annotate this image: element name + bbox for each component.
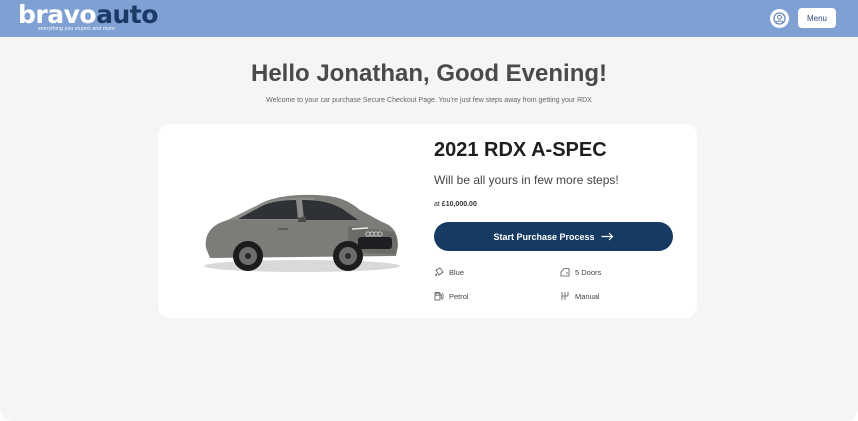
- welcome-message: Welcome to your car purchase Secure Chec…: [266, 97, 592, 104]
- page-title: Hello Jonathan, Good Evening!: [250, 60, 607, 87]
- top-header: bravoauto everything you expect and more…: [0, 0, 858, 37]
- arrow-right-icon: [601, 232, 613, 241]
- feature-color: Blue: [434, 267, 464, 277]
- menu-button[interactable]: Menu: [798, 8, 836, 28]
- brand-logo[interactable]: bravoauto: [18, 1, 158, 29]
- user-circle-icon: [773, 12, 786, 25]
- brand-tagline: everything you expect and more: [38, 26, 116, 32]
- car-image: [204, 194, 400, 272]
- page-frame: bravoauto everything you expect and more…: [0, 0, 858, 421]
- start-purchase-button[interactable]: Start Purchase Process: [434, 222, 673, 251]
- fuel-pump-icon: [434, 292, 444, 301]
- vehicle-subtitle: Will be all yours in few more steps!: [434, 173, 619, 187]
- feature-fuel: Petrol: [434, 291, 469, 301]
- vehicle-price: at £10,000.00: [434, 201, 477, 208]
- gear-shift-icon: [561, 292, 569, 300]
- car-door-icon: [560, 268, 570, 277]
- vehicle-card: 2021 RDX A-SPEC Will be all yours in few…: [158, 124, 697, 318]
- price-amount: £10,000.00: [441, 201, 477, 208]
- start-purchase-label: Start Purchase Process: [493, 231, 595, 242]
- feature-transmission: Manual: [560, 291, 600, 301]
- user-account-button[interactable]: [770, 9, 789, 28]
- vehicle-model-title: 2021 RDX A-SPEC: [434, 139, 607, 161]
- feature-doors: 5 Doors: [560, 267, 601, 277]
- paint-bucket-icon: [435, 267, 444, 276]
